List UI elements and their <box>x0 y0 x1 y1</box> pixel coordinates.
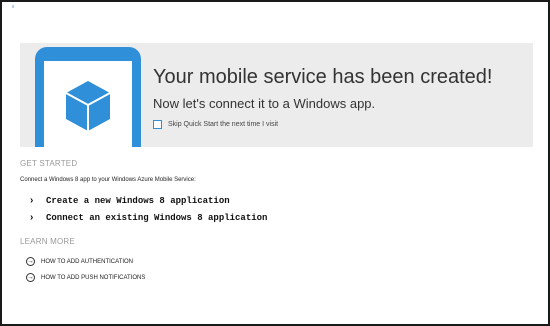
chevron-right-icon: › <box>30 195 34 206</box>
circle-arrow-right-icon: → <box>26 257 35 266</box>
add-authentication-label: HOW TO ADD AUTHENTICATION <box>41 258 134 265</box>
add-push-notifications-link[interactable]: → HOW TO ADD PUSH NOTIFICATIONS <box>26 273 145 282</box>
connect-existing-app-label: Connect an existing Windows 8 applicatio… <box>46 212 268 223</box>
phone-screen <box>44 61 132 147</box>
learn-more-heading: LEARN MORE <box>20 237 75 246</box>
quick-start-page: Your mobile service has been created! No… <box>0 0 550 326</box>
get-started-heading: GET STARTED <box>20 159 78 168</box>
get-started-intro: Connect a Windows 8 app to your Windows … <box>20 177 196 183</box>
create-new-app-label: Create a new Windows 8 application <box>46 195 230 206</box>
hero-banner: Your mobile service has been created! No… <box>20 43 533 147</box>
cube-icon <box>65 81 111 131</box>
skip-quickstart-label: Skip Quick Start the next time I visit <box>168 121 279 128</box>
skip-quickstart-option[interactable]: Skip Quick Start the next time I visit <box>153 120 278 129</box>
add-authentication-link[interactable]: → HOW TO ADD AUTHENTICATION <box>26 257 133 266</box>
connect-existing-app-link[interactable]: › Connect an existing Windows 8 applicat… <box>30 212 267 223</box>
hero-subtitle: Now let's connect it to a Windows app. <box>153 96 376 111</box>
skip-quickstart-checkbox[interactable] <box>153 120 162 129</box>
corner-mark <box>12 5 14 8</box>
create-new-app-link[interactable]: › Create a new Windows 8 application <box>30 195 230 206</box>
phone-illustration <box>35 47 141 147</box>
hero-title: Your mobile service has been created! <box>153 66 493 88</box>
circle-arrow-right-icon: → <box>26 273 35 282</box>
chevron-right-icon: › <box>30 212 34 223</box>
add-push-notifications-label: HOW TO ADD PUSH NOTIFICATIONS <box>41 274 146 281</box>
